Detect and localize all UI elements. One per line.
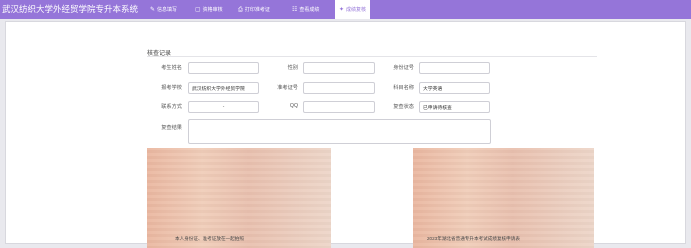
nav-item-info-fill[interactable]: ✎ 信息填写 — [150, 0, 177, 19]
section-divider — [147, 56, 597, 57]
scores-icon: ☷ — [292, 6, 298, 13]
id-card-photo-caption: 本人身份证、准考证放在一起拍照 — [175, 236, 244, 241]
school-field[interactable]: 武汉纺织大学外经贸学院 — [188, 82, 259, 94]
nav-item-label: 打印准考证 — [244, 7, 270, 13]
review-icon: ▢ — [195, 6, 201, 13]
nav-item-label: 查看成绩 — [299, 7, 320, 13]
nav-item-view-scores[interactable]: ☷ 查看成绩 — [292, 0, 319, 19]
nav-item-score-recheck[interactable]: ✦ 成绩复核 — [335, 0, 371, 19]
recheck-status-label: 复查状态 — [393, 104, 414, 110]
edit-icon: ✎ — [150, 6, 156, 13]
name-field[interactable] — [188, 62, 259, 74]
school-label: 报考学校 — [161, 85, 182, 91]
contact-field[interactable]: - — [188, 101, 259, 113]
nav-item-qualification-review[interactable]: ▢ 资格审核 — [195, 0, 223, 19]
subject-field[interactable]: 大学英语 — [419, 82, 490, 94]
qq-field[interactable] — [303, 101, 375, 113]
print-icon: ⎙ — [238, 6, 243, 13]
contact-label: 联系方式 — [161, 104, 182, 110]
nav-item-label: 成绩复核 — [346, 7, 367, 13]
name-label: 考生姓名 — [161, 65, 182, 71]
recheck-status-field[interactable]: 已申请待核查 — [419, 101, 490, 113]
app-title: 武汉纺织大学外经贸学院专升本系统 — [2, 4, 139, 14]
id-number-field[interactable] — [419, 62, 490, 74]
gender-label: 性别 — [287, 65, 298, 71]
subject-label: 科目名称 — [393, 85, 414, 91]
exam-number-field[interactable] — [303, 82, 375, 94]
recheck-result-textarea[interactable] — [188, 119, 491, 144]
nav-item-label: 资格审核 — [202, 7, 223, 13]
qq-label: QQ — [289, 103, 298, 109]
recheck-icon: ✦ — [339, 6, 345, 13]
recheck-result-label: 复查结果 — [161, 125, 182, 131]
nav-item-print-admission[interactable]: ⎙ 打印准考证 — [238, 0, 270, 19]
recheck-form-photo-caption: 2023年湖北省普通专升本考试成绩复核申请表 — [427, 236, 520, 241]
id-number-label: 身份证号 — [393, 65, 414, 71]
id-card-photo — [147, 148, 331, 248]
nav-item-label: 信息填写 — [157, 7, 178, 13]
top-navigation-bar: 武汉纺织大学外经贸学院专升本系统 ✎ 信息填写 ▢ 资格审核 ⎙ 打印准考证 ☷… — [0, 0, 691, 19]
recheck-form-photo — [413, 148, 594, 248]
gender-field[interactable] — [303, 62, 375, 74]
exam-number-label: 准考证号 — [277, 85, 298, 91]
